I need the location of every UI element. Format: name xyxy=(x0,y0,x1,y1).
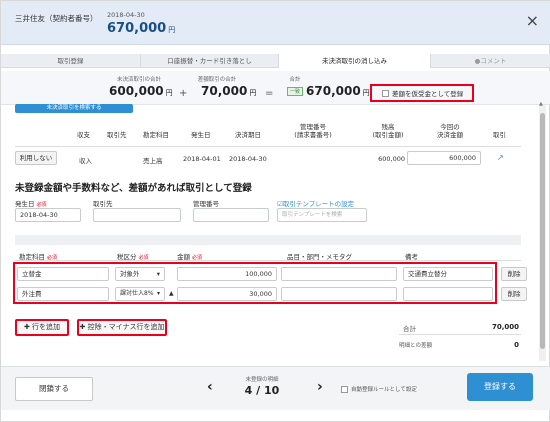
col-due-date: 決済期日 xyxy=(235,131,261,139)
col-mgmt-no: 管理番号 (請求書番号) xyxy=(294,123,332,139)
grand-total-value: 一致 670,000 円 xyxy=(287,84,370,98)
chevron-down-icon: ▾ xyxy=(156,290,160,297)
entry-account-input[interactable]: 立替金 xyxy=(17,267,109,281)
row-due-date: 2018-04-30 xyxy=(229,155,267,163)
unpaid-total-label: 未決済取引の合計 xyxy=(116,77,161,83)
add-deduction-row-button[interactable]: ✚ 控除・マイナス行を追加 xyxy=(77,319,167,336)
issue-date-label: 発生日 必須 xyxy=(15,200,47,208)
account-title: 三井住友（契約者番号） xyxy=(15,14,98,23)
unpaid-total-value: 600,000 円 xyxy=(109,84,173,98)
grand-total-label: 合計 xyxy=(289,77,301,83)
section-divider-band xyxy=(15,235,521,245)
add-row-button[interactable]: ✚ 行を追加 xyxy=(15,319,69,336)
difference-value: 0 xyxy=(514,341,519,349)
equals-sign: = xyxy=(265,88,274,99)
difference-total-value: 70,000 円 xyxy=(201,84,257,98)
row-balance: 600,000 xyxy=(378,155,405,163)
tab-unsettled-reconcile[interactable]: 未決済取引の消し込み xyxy=(279,54,431,68)
entry-header-divider xyxy=(15,260,521,261)
entry-amount-input[interactable]: 100,000 xyxy=(177,267,277,281)
deposit-checkbox-label: 差額を仮受金として登録 xyxy=(392,90,464,98)
external-link-icon[interactable]: ↗ xyxy=(497,153,504,162)
tab-comment[interactable]: ●コメント xyxy=(431,54,550,68)
entry-note-input[interactable] xyxy=(403,287,493,301)
checkbox-icon[interactable] xyxy=(341,385,348,393)
template-search-input[interactable]: 取引テンプレートを検索 xyxy=(277,208,367,222)
entry-note-input[interactable]: 交通費立替分 xyxy=(403,267,493,281)
transaction-modal: 三井住友（契約者番号） 2018-04-30 670,000 円 × 取引登録 口… xyxy=(0,0,550,422)
partner-label: 取引先 xyxy=(93,200,113,208)
checkbox-icon[interactable] xyxy=(382,89,389,97)
auto-rule-checkbox[interactable]: 自動登録ルールとして設定 xyxy=(341,385,417,393)
chevron-down-icon: ▾ xyxy=(156,270,160,278)
search-unsettled-link[interactable]: 未決済取引を検索する xyxy=(15,104,133,113)
plus-sign: + xyxy=(179,88,188,99)
totals-divider xyxy=(399,334,521,335)
deduction-toggle-icon[interactable]: ▲ xyxy=(169,290,174,297)
entries-total-value: 70,000 xyxy=(491,323,519,331)
difference-section-title: 未登録金額や手数料など、差額があれば取引として登録 xyxy=(15,183,252,194)
prev-arrow-icon[interactable]: ‹ xyxy=(207,379,213,395)
tab-bar: 取引登録 口座振替・カード引き落とし 未決済取引の消し込み ●コメント xyxy=(1,54,550,68)
modal-footer: 閉鎖する ‹ 未登録の明細 4 / 10 › 自動登録ルールとして設定 登録する xyxy=(1,366,550,410)
col-balance: 残高 (取引金額) xyxy=(372,123,404,139)
delete-row-button[interactable]: 削除 xyxy=(501,267,527,281)
entry-amount-input[interactable]: 30,000 xyxy=(177,287,277,301)
statement-amount: 670,000 円 xyxy=(107,21,176,36)
entry-tax-select[interactable]: 課対仕入8% ▾ xyxy=(115,287,165,301)
register-button[interactable]: 登録する xyxy=(467,373,533,401)
issue-date-input[interactable]: 2018-04-30 xyxy=(15,208,81,222)
entry-item-input[interactable] xyxy=(281,287,397,301)
scrollbar-thumb[interactable] xyxy=(540,113,545,349)
col-transaction: 取引 xyxy=(493,131,506,139)
modal-header: 三井住友（契約者番号） 2018-04-30 670,000 円 × xyxy=(1,1,550,45)
tab-account-transfer[interactable]: 口座振替・カード引き落とし xyxy=(141,54,279,68)
col-issue-date: 発生日 xyxy=(191,131,211,139)
table-header: 収支 取引先 勘定科目 発生日 決済期日 管理番号 (請求書番号) 残高 (取引… xyxy=(15,119,521,147)
deposit-checkbox[interactable]: 差額を仮受金として登録 xyxy=(378,86,473,100)
do-not-use-button[interactable]: 利用しない xyxy=(15,151,57,165)
partner-input[interactable] xyxy=(93,208,181,222)
difference-total-label: 差額取引の合計 xyxy=(197,77,237,83)
col-settle-amount: 今回の 決済金額 xyxy=(437,123,463,139)
scroll-up-icon[interactable]: ▲ xyxy=(539,101,543,107)
difference-label: 明細との差額 xyxy=(399,343,432,349)
auto-rule-label: 自動登録ルールとして設定 xyxy=(351,387,417,393)
template-settings-link[interactable]: ☑取引テンプレートの設定 xyxy=(277,198,354,208)
col-type: 収支 xyxy=(77,131,90,139)
entry-tax-select[interactable]: 対象外 ▾ xyxy=(115,267,165,281)
col-account: 勘定科目 xyxy=(143,131,169,139)
tab-register-transaction[interactable]: 取引登録 xyxy=(1,54,141,68)
row-issue-date: 2018-04-01 xyxy=(183,155,221,163)
entry-account-input[interactable]: 外注費 xyxy=(17,287,109,301)
close-icon[interactable]: × xyxy=(526,11,539,30)
mgmt-no-input[interactable] xyxy=(193,208,269,222)
close-button[interactable]: 閉鎖する xyxy=(15,377,93,401)
col-partner: 取引先 xyxy=(107,131,127,139)
statement-date: 2018-04-30 xyxy=(107,11,145,19)
delete-row-button[interactable]: 削除 xyxy=(501,287,527,301)
row-type: 収入 xyxy=(79,157,92,165)
mgmt-no-label: 管理番号 xyxy=(193,200,219,208)
table-row: 利用しない 収入 売上高 2018-04-01 2018-04-30 600,0… xyxy=(15,149,521,169)
entries-total-label: 合計 xyxy=(403,325,416,333)
settle-amount-input[interactable]: 600,000 xyxy=(407,151,481,165)
row-account: 売上高 xyxy=(143,157,163,165)
entry-item-input[interactable] xyxy=(281,267,397,281)
pager-label: 未登録の明細 xyxy=(245,377,279,383)
pager-value: 4 / 10 xyxy=(244,384,280,397)
match-badge: 一致 xyxy=(287,87,304,96)
next-arrow-icon[interactable]: › xyxy=(317,379,323,395)
